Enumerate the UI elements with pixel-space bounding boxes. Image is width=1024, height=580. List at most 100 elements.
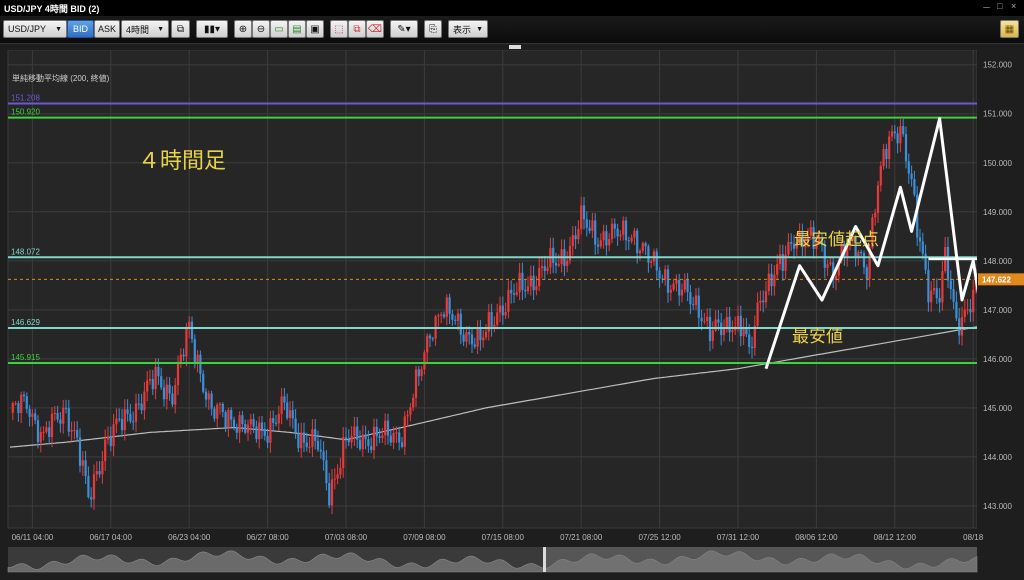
candle-body	[423, 352, 426, 370]
symbol-select[interactable]: USD/JPY ▼	[3, 20, 67, 38]
screenshot-icon[interactable]: ⎘	[424, 20, 442, 38]
minimize-button[interactable]: －	[982, 1, 991, 14]
link-icon[interactable]: ⧉	[171, 20, 190, 38]
y-tick-label: 152.000	[983, 61, 1012, 70]
panel-splitter-handle[interactable]	[509, 45, 521, 49]
candle-body	[431, 338, 434, 340]
candle-body	[190, 321, 194, 340]
candle-body	[305, 442, 308, 448]
candle-body	[664, 269, 667, 280]
candle-body	[238, 415, 241, 433]
candle-body	[706, 316, 709, 322]
candle-body	[608, 239, 611, 246]
candle-body	[622, 220, 625, 235]
candle-body	[554, 262, 558, 266]
candle-body	[339, 467, 342, 475]
window-title: USD/JPY 4時間 BID (2)	[4, 4, 100, 14]
fit-icon[interactable]: ▭	[270, 20, 288, 38]
candle-body	[658, 270, 661, 279]
candle-body	[84, 460, 87, 477]
candle-body	[258, 422, 261, 440]
candle-body	[529, 275, 532, 287]
candle-body	[154, 366, 157, 390]
candle-body	[638, 250, 642, 254]
candle-body	[70, 430, 73, 432]
candle-body	[963, 309, 966, 318]
candle-body	[137, 403, 140, 405]
candle-body	[182, 354, 185, 357]
pen-icon[interactable]: ✎▾	[390, 20, 418, 38]
candle-body	[927, 269, 930, 303]
candle-body	[568, 246, 572, 261]
candle-body	[874, 212, 877, 218]
candle-body	[650, 261, 653, 263]
candle-body	[210, 393, 213, 409]
candle-body	[946, 246, 950, 281]
navigator-window[interactable]	[546, 547, 977, 572]
candle-body	[157, 366, 160, 377]
candle-body	[322, 451, 325, 461]
delete-tool-icon[interactable]: ⌫	[366, 20, 384, 38]
copy-tool-icon[interactable]: ⧉	[348, 20, 366, 38]
candle-body	[311, 429, 314, 447]
indicator-icon[interactable]: ▤	[288, 20, 306, 38]
candle-body	[605, 231, 608, 246]
candle-body	[39, 432, 42, 443]
candle-body	[263, 429, 266, 436]
candle-body	[616, 228, 619, 237]
window-icon[interactable]: ▣	[306, 20, 324, 38]
candle-body	[59, 419, 62, 424]
candle-body	[672, 283, 675, 290]
candle-body	[899, 126, 902, 144]
ask-button[interactable]: ASK	[94, 20, 120, 38]
candle-body	[700, 317, 703, 322]
candle-body	[381, 435, 384, 439]
price-chart[interactable]: 151.208 150.920 148.072 146.629 145.915 152.…	[0, 49, 1024, 575]
candle-body	[627, 240, 630, 242]
candle-body	[193, 339, 196, 363]
zoom-out-icon[interactable]: ⊖	[252, 20, 270, 38]
candle-body	[244, 424, 247, 433]
candle-body	[199, 354, 202, 374]
bid-button[interactable]: BID	[67, 20, 94, 38]
chart-type-icon[interactable]: ▮▮▾	[196, 20, 228, 38]
chevron-down-icon: ▼	[55, 25, 62, 33]
candle-body	[386, 420, 390, 436]
candle-body	[364, 434, 367, 440]
candle-body	[451, 313, 454, 320]
candle-body	[353, 426, 356, 436]
candle-body	[694, 295, 698, 305]
candle-body	[510, 289, 513, 294]
candle-body	[465, 332, 468, 342]
timeframe-select[interactable]: 4時間 ▼	[121, 20, 169, 38]
y-tick-label: 150.000	[983, 159, 1012, 168]
candle-body	[428, 335, 432, 339]
candle-body	[330, 479, 334, 506]
candle-body	[280, 396, 283, 414]
close-button[interactable]: ×	[1011, 1, 1016, 11]
zoom-in-icon[interactable]: ⊕	[234, 20, 252, 38]
candle-body	[389, 435, 392, 443]
candle-body	[218, 403, 222, 405]
candle-body	[42, 431, 45, 433]
candle-body	[498, 305, 502, 313]
candle-body	[826, 264, 829, 268]
x-tick-label: 07/31 12:00	[717, 533, 760, 542]
candle-body	[596, 244, 600, 247]
candle-body	[862, 253, 866, 268]
candle-body	[403, 416, 406, 447]
candle-body	[888, 136, 891, 160]
settings-grid-icon[interactable]: ▦	[1000, 20, 1019, 38]
display-menu[interactable]: 表示 ▼	[448, 20, 488, 38]
candle-body	[409, 407, 412, 415]
chart-area[interactable]: 151.208 150.920 148.072 146.629 145.915 152.…	[0, 49, 1024, 575]
candle-body	[566, 260, 569, 266]
y-tick-label: 149.000	[983, 208, 1012, 217]
draw-tool-icon[interactable]: ⬚	[330, 20, 348, 38]
x-tick-label: 06/23 04:00	[168, 533, 211, 542]
navigator-handle[interactable]	[543, 547, 546, 572]
candle-body	[140, 403, 143, 411]
maximize-button[interactable]: □	[997, 1, 1002, 11]
candle-body	[585, 219, 588, 228]
candle-body	[941, 271, 944, 303]
